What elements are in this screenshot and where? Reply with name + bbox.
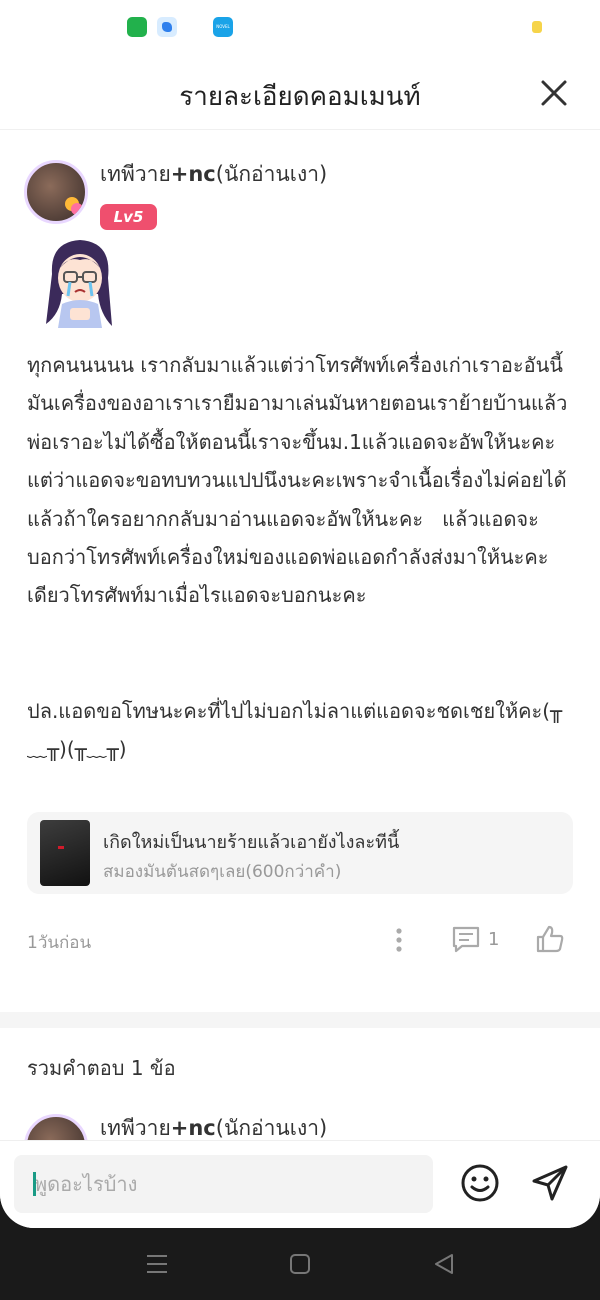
- book-card[interactable]: เกิดใหม่เป็นนายร้ายแล้วเอายังไงละทีนี้ ส…: [27, 812, 573, 894]
- status-bar: NOVEL TOON: [0, 0, 600, 56]
- reply-username-bold: +nc: [170, 1116, 216, 1140]
- reply-username-suffix: (นักอ่านเงา): [215, 1116, 328, 1140]
- page-title: รายละเอียดคอมเมนท์: [179, 82, 421, 112]
- screen: NOVEL TOON รายละเอียดคอมเมนท์ เทพีวาย+nc…: [0, 0, 600, 1228]
- book-subtitle: สมองมันตันสดๆเลย(600กว่าคำ): [103, 862, 342, 882]
- username-bold: +nc: [170, 162, 216, 186]
- reply-username-prefix: เทพีวาย: [100, 1116, 171, 1140]
- system-navigation-bar: [0, 1228, 600, 1300]
- text-caret: [33, 1172, 36, 1196]
- chat-bubble-icon: [157, 17, 177, 37]
- comment-reply-icon[interactable]: [450, 924, 482, 954]
- comment-body: ทุกคนนนนน เรากลับมาแล้วแต่ว่าโทรศัพท์เคร…: [27, 353, 568, 762]
- book-cover-art: [58, 846, 64, 849]
- avatar[interactable]: [24, 1114, 88, 1140]
- level-badge: Lv5: [100, 204, 157, 230]
- shopping-bag-icon: [127, 17, 147, 37]
- reply-count: 1: [488, 929, 500, 950]
- status-indicator-icon: [532, 21, 542, 33]
- reply-item[interactable]: เทพีวาย+nc(นักอ่านเงา): [0, 1106, 600, 1140]
- recent-apps-icon[interactable]: [143, 1250, 171, 1278]
- username-suffix: (นักอ่านเงา): [215, 162, 328, 186]
- crying-girl-sticker: [46, 240, 112, 328]
- book-cover: [40, 820, 90, 886]
- noveltoon-app-icon: NOVEL TOON: [213, 17, 233, 49]
- more-vertical-icon[interactable]: [388, 926, 410, 954]
- comment-input-bar: [0, 1140, 600, 1228]
- thumbs-up-icon[interactable]: [534, 924, 566, 954]
- avatar[interactable]: [24, 160, 88, 224]
- section-divider: [0, 1012, 600, 1028]
- book-title: เกิดใหม่เป็นนายร้ายแล้วเอายังไงละทีนี้: [103, 832, 400, 853]
- username-prefix: เทพีวาย: [100, 162, 171, 186]
- timestamp: 1วันก่อน: [27, 933, 92, 953]
- reply-username[interactable]: เทพีวาย+nc(นักอ่านเงา): [100, 1112, 327, 1140]
- back-icon[interactable]: [430, 1250, 458, 1278]
- avatar-frame-decoration: [71, 203, 83, 215]
- send-icon[interactable]: [530, 1163, 570, 1203]
- emoji-icon[interactable]: [460, 1163, 500, 1203]
- home-icon[interactable]: [286, 1250, 314, 1278]
- replies-heading: รวมคำตอบ 1 ข้อ: [27, 1056, 176, 1080]
- username[interactable]: เทพีวาย+nc(นักอ่านเงา): [100, 158, 327, 191]
- comment-input[interactable]: [14, 1155, 433, 1213]
- close-icon[interactable]: [538, 77, 570, 109]
- header: รายละเอียดคอมเมนท์: [0, 56, 600, 130]
- comment-actions: 1วันก่อน 1: [0, 920, 600, 960]
